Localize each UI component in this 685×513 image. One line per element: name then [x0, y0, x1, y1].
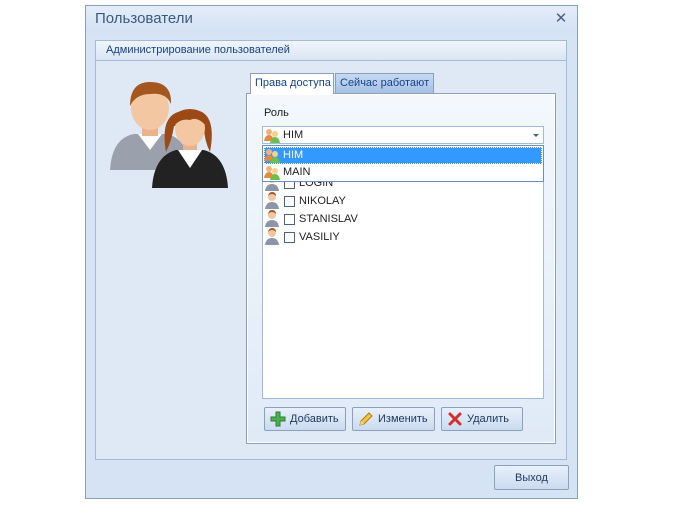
tab-access-rights[interactable]: Права доступа	[250, 73, 334, 94]
role-group-icon	[264, 166, 280, 180]
add-button[interactable]: Добавить	[264, 407, 346, 431]
delete-button-label: Удалить	[467, 413, 509, 425]
delete-x-icon	[448, 412, 462, 426]
role-group-icon	[264, 129, 280, 143]
group-title: Администрирование пользователей	[106, 44, 290, 56]
user-checkbox[interactable]	[284, 214, 295, 225]
tab-working-now[interactable]: Сейчас работают	[335, 73, 434, 93]
user-checkbox[interactable]	[284, 196, 295, 207]
list-item[interactable]: NIKOLAY	[264, 192, 534, 210]
role-select-value: HIM	[283, 129, 304, 141]
close-icon[interactable]: ✕	[553, 10, 569, 26]
add-button-label: Добавить	[290, 413, 339, 425]
edit-button-label: Изменить	[378, 413, 428, 425]
list-item[interactable]: STANISLAV	[264, 210, 534, 228]
role-label: Роль	[264, 107, 289, 119]
edit-button[interactable]: Изменить	[352, 407, 435, 431]
exit-button-label: Выход	[515, 472, 548, 484]
role-option-him[interactable]: HIM	[264, 147, 542, 164]
user-checkbox[interactable]	[284, 232, 295, 243]
users-illustration-icon	[110, 82, 228, 188]
user-name: NIKOLAY	[299, 195, 346, 207]
role-select[interactable]: HIM	[262, 126, 544, 144]
user-icon	[265, 192, 279, 209]
users-list[interactable]: LOGIN NIKOLAY STANISLAV VASILIY	[262, 146, 544, 399]
plus-icon	[270, 411, 286, 427]
user-name: VASILIY	[299, 231, 340, 243]
role-dropdown-list[interactable]: HIM MAIN	[262, 145, 544, 182]
role-group-icon	[264, 149, 280, 163]
role-option-label: HIM	[283, 149, 304, 161]
list-item[interactable]: VASILIY	[264, 228, 534, 246]
pencil-icon	[359, 412, 373, 426]
title-bar[interactable]: Пользователи ✕	[86, 6, 577, 33]
window-title: Пользователи	[95, 10, 193, 27]
user-name: STANISLAV	[299, 213, 358, 225]
user-icon	[265, 228, 279, 245]
role-option-label: MAIN	[283, 166, 311, 178]
role-option-main[interactable]: MAIN	[264, 164, 542, 181]
group-header: Администрирование пользователей	[96, 41, 566, 61]
user-icon	[265, 210, 279, 227]
exit-button[interactable]: Выход	[494, 465, 569, 490]
chevron-down-icon[interactable]	[533, 134, 539, 137]
delete-button[interactable]: Удалить	[441, 407, 523, 431]
